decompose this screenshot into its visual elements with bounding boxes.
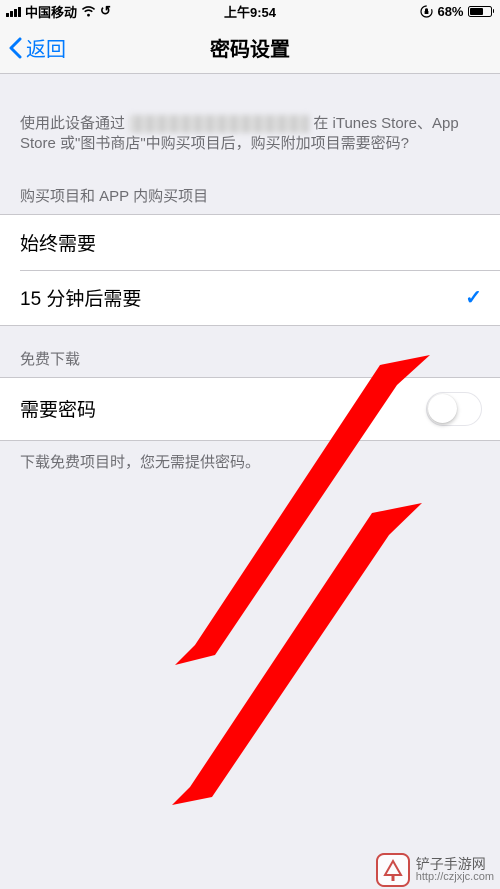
- orientation-lock-icon: [420, 5, 433, 18]
- battery-pct: 68%: [437, 4, 463, 19]
- checkmark-icon: ✓: [465, 285, 482, 310]
- status-time: 上午9:54: [224, 2, 276, 21]
- annotation-arrow-2: [172, 495, 422, 805]
- watermark: 铲子手游网 http://czjxjc.com: [376, 853, 494, 887]
- option-always-require[interactable]: 始终需要: [0, 215, 500, 270]
- status-right: 68%: [420, 4, 494, 19]
- chevron-left-icon: [8, 37, 22, 59]
- page-title: 密码设置: [210, 33, 290, 62]
- back-button[interactable]: 返回: [8, 33, 66, 62]
- back-label: 返回: [26, 33, 66, 62]
- intro-text: 使用此设备通过 在 iTunes Store、App Store 或"图书商店"…: [0, 74, 500, 163]
- hotspot-icon: ↺: [100, 3, 111, 19]
- carrier-label: 中国移动: [25, 2, 77, 21]
- wifi-icon: [81, 6, 96, 17]
- redacted-account: [129, 115, 309, 133]
- option-label: 15 分钟后需要: [20, 284, 141, 311]
- option-label: 始终需要: [20, 229, 96, 256]
- option-require-after-15[interactable]: 15 分钟后需要 ✓: [0, 270, 500, 325]
- require-password-switch[interactable]: [426, 392, 482, 426]
- status-bar: 中国移动 ↺ 上午9:54 68%: [0, 0, 500, 22]
- free-section-header: 免费下载: [0, 326, 500, 377]
- signal-icon: [6, 6, 21, 17]
- nav-bar: 返回 密码设置: [0, 22, 500, 74]
- free-section-footer: 下载免费项目时，您无需提供密码。: [0, 441, 500, 480]
- status-left: 中国移动 ↺: [6, 2, 111, 21]
- battery-icon: [468, 6, 495, 17]
- watermark-url: http://czjxjc.com: [416, 872, 494, 884]
- purchase-section-header: 购买项目和 APP 内购买项目: [0, 163, 500, 214]
- purchase-options-group: 始终需要 15 分钟后需要 ✓: [0, 214, 500, 326]
- watermark-name: 铲子手游网: [416, 857, 486, 872]
- require-password-row: 需要密码: [0, 378, 500, 440]
- require-password-label: 需要密码: [20, 395, 96, 422]
- watermark-logo-icon: [376, 853, 410, 887]
- free-downloads-group: 需要密码: [0, 377, 500, 441]
